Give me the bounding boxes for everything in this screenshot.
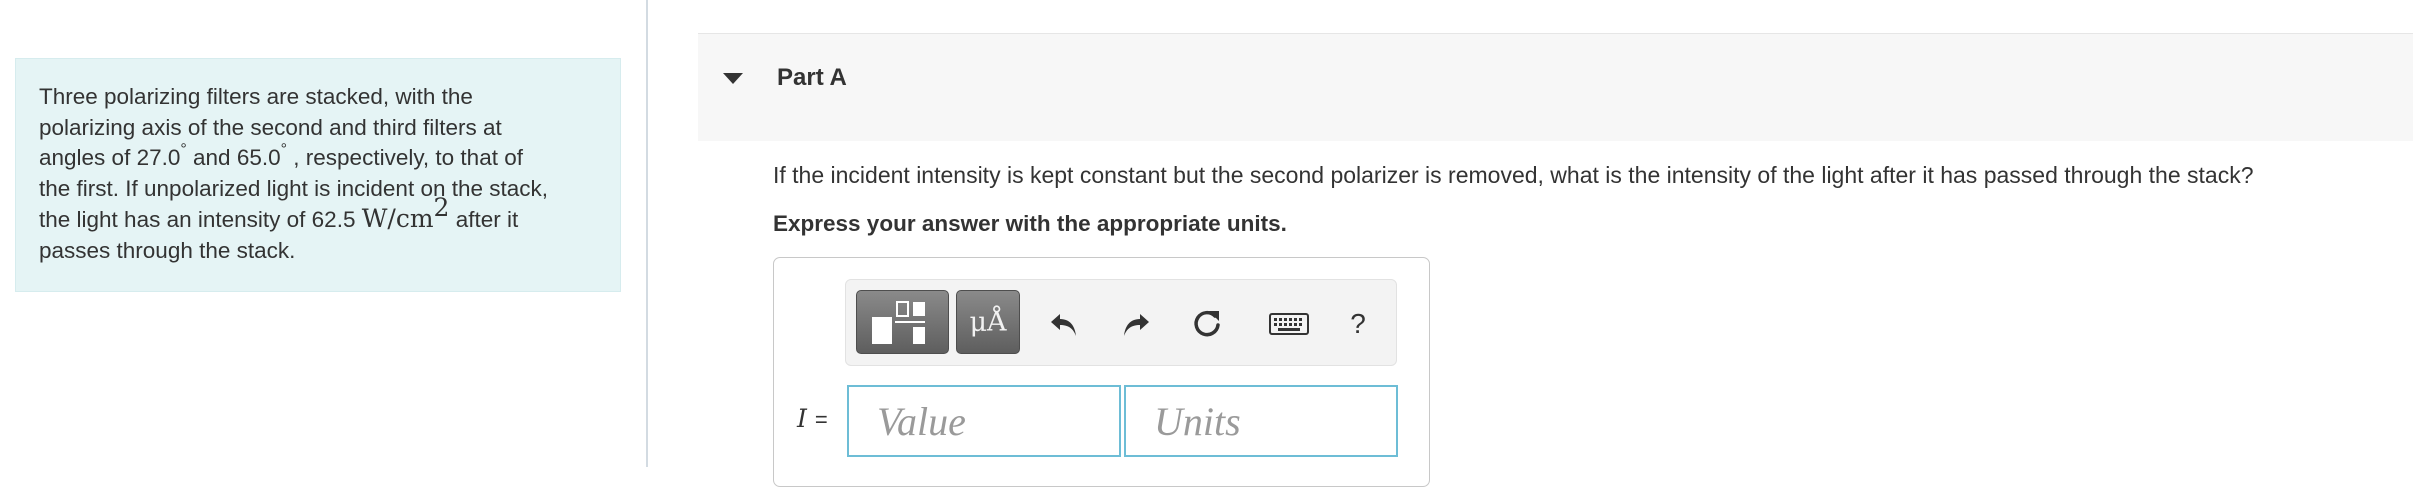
undo-icon [1051,314,1076,336]
unit-exponent: 2 [433,193,450,222]
redo-button[interactable] [1118,306,1154,342]
equals-sign: = [814,407,828,432]
instruction-text: Express your answer with the appropriate… [773,211,1287,236]
redo-icon [1124,314,1149,336]
part-header[interactable]: Part A [698,33,2413,141]
problem-line: passes through the stack. [39,237,296,263]
problem-line: the light has an intensity of 62.5 W/cm2… [39,195,600,236]
problem-text: , respectively, to that of [287,145,523,170]
answer-variable-label: I = [797,404,828,433]
answer-box: μÅ ? I = Value Units [773,257,1430,487]
problem-text: and 65.0 [186,145,281,170]
templates-icon [872,301,925,344]
math-toolbar: μÅ ? [845,279,1397,366]
units-button[interactable]: μÅ [956,290,1020,354]
units-input[interactable] [1124,385,1398,457]
problem-line: polarizing axis of the second and third … [39,114,502,140]
keyboard-icon [1269,313,1309,335]
problem-line: angles of 27.0° and 65.0° , respectively… [39,142,600,174]
reset-icon [1194,310,1220,337]
help-button[interactable]: ? [1340,306,1376,342]
keyboard-button[interactable] [1268,306,1310,342]
intensity-unit: W/cm [361,204,434,233]
undo-button[interactable] [1046,306,1082,342]
reset-button[interactable] [1189,306,1225,342]
part-title: Part A [777,64,847,91]
question-text: If the incident intensity is kept consta… [773,162,2254,188]
collapse-caret-icon[interactable] [723,73,743,84]
column-divider [646,0,648,467]
problem-statement: Three polarizing filters are stacked, wi… [15,58,621,292]
problem-line: the first. If unpolarized light is incid… [39,175,549,201]
variable-symbol: I [797,404,807,433]
problem-line: Three polarizing filters are stacked, wi… [39,84,473,109]
templates-button[interactable] [856,290,949,354]
value-input[interactable] [847,385,1121,457]
problem-text: the light has an intensity of 62.5 [39,207,362,232]
problem-text: after it [449,207,519,232]
problem-text: angles of 27.0 [39,145,181,170]
